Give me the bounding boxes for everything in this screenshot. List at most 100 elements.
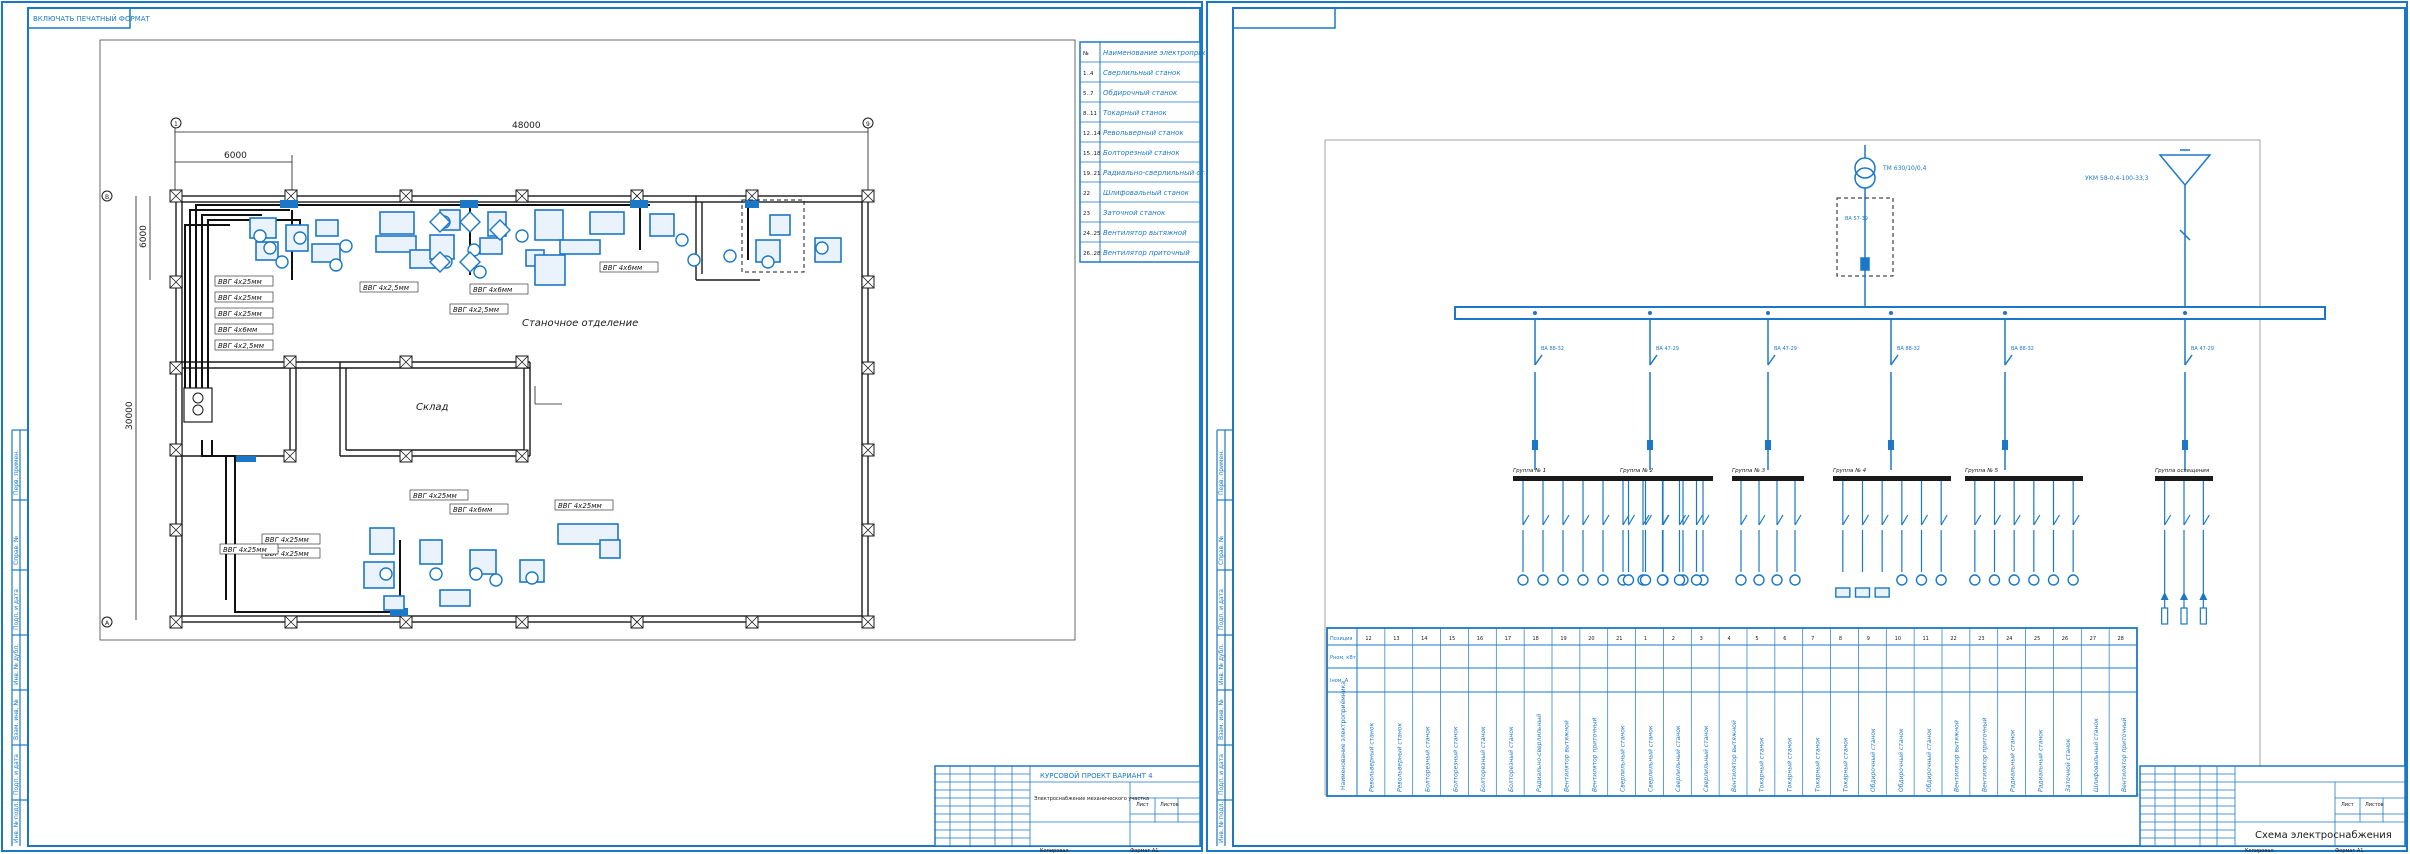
svg-text:12: 12 <box>1365 636 1371 642</box>
branch-circuit <box>1874 481 1890 598</box>
svg-text:27: 27 <box>2090 636 2096 642</box>
svg-text:ВВГ 4х25мм: ВВГ 4х25мм <box>218 278 263 286</box>
branch-circuit <box>1915 481 1929 586</box>
svg-text:28: 28 <box>2118 636 2124 642</box>
title-block: Схема электроснабжения Лист Листов Копир… <box>2139 765 2406 854</box>
feeder: ВА 88-32 Группа № 4 <box>1833 311 1951 598</box>
svg-text:Токарный станок: Токарный станок <box>1842 737 1849 792</box>
axis-row-top: В <box>105 194 109 201</box>
svg-text:ВА 88-32: ВА 88-32 <box>1541 346 1564 352</box>
svg-text:Обдирочный станок: Обдирочный станок <box>1103 89 1178 97</box>
svg-text:9: 9 <box>1867 636 1870 642</box>
row-label-name: Наименование электроприёмника <box>1340 681 1347 790</box>
svg-text:ВВГ 4х25мм: ВВГ 4х25мм <box>558 502 603 510</box>
machine-footprint <box>369 527 395 555</box>
title-format: Формат А1 <box>2335 848 2363 854</box>
branch-circuit <box>1617 481 1630 586</box>
machine-motor-symbol <box>263 241 277 255</box>
svg-text:Группа № 2: Группа № 2 <box>1620 468 1654 474</box>
svg-text:Шлифовальный станок: Шлифовальный станок <box>1103 189 1190 197</box>
svg-text:Болторезный станок: Болторезный станок <box>1103 149 1180 157</box>
svg-text:5..7: 5..7 <box>1083 91 1094 97</box>
feeder: ВА 47-29 Группа № 2 <box>1620 311 1705 586</box>
branch-circuit <box>1789 481 1802 586</box>
svg-text:ВВГ 4х2,5мм: ВВГ 4х2,5мм <box>363 284 410 292</box>
strip-label: Перв. примен. <box>1218 450 1225 495</box>
strip-label: Инв. № дубл. <box>1218 644 1225 685</box>
machine-motor-symbol <box>429 567 443 581</box>
svg-text:23: 23 <box>1083 211 1090 217</box>
dim-depth: 30000 <box>125 401 135 430</box>
column-marker <box>399 355 413 369</box>
svg-text:ВВГ 4х2,5мм: ВВГ 4х2,5мм <box>218 342 265 350</box>
column-marker <box>515 615 529 629</box>
column-marker <box>515 189 529 203</box>
cable-label: ВВГ 4х25мм <box>554 499 614 511</box>
svg-text:ВВГ 4х6мм: ВВГ 4х6мм <box>453 506 493 514</box>
strip-label: Инв. № подл. <box>1218 802 1225 843</box>
column-marker <box>399 449 413 463</box>
svg-text:Радиально-сверлильный станок: Радиально-сверлильный станок <box>1103 169 1205 177</box>
svg-text:ВВГ 4х6мм: ВВГ 4х6мм <box>473 286 513 294</box>
feeder: ВА 47-29 Группа № 3 <box>1732 311 1804 586</box>
single-line-diagram-sheet: Перв. примен. Справ. № Подп. и дата Инв.… <box>1205 0 2410 854</box>
branch-circuit <box>1557 481 1570 586</box>
svg-text:6: 6 <box>1783 636 1786 642</box>
dim-bay: 6000 <box>224 151 247 161</box>
machine-motor-symbol <box>339 239 353 253</box>
svg-text:ВВГ 4х25мм: ВВГ 4х25мм <box>218 310 263 318</box>
branch-circuit <box>2180 481 2191 625</box>
svg-text:3: 3 <box>1700 636 1703 642</box>
branch-circuit <box>2008 481 2021 586</box>
row-label-position: Позиция <box>1330 636 1352 642</box>
column-marker <box>861 275 875 289</box>
svg-text:Болторезный станок: Болторезный станок <box>1508 726 1515 792</box>
svg-text:ВВГ 4х2,5мм: ВВГ 4х2,5мм <box>453 306 500 314</box>
title-block: КУРСОВОЙ ПРОЕКТ ВАРИАНТ 4 Электроснабжен… <box>934 765 1201 854</box>
svg-text:Вентилятор вытяжной: Вентилятор вытяжной <box>1564 720 1571 792</box>
branch-circuit <box>2047 481 2061 586</box>
svg-text:Сверлильный станок: Сверлильный станок <box>1647 725 1654 792</box>
branch-circuit <box>1896 481 1909 586</box>
inner-frame <box>27 7 1201 847</box>
branch-circuit <box>2067 481 2080 586</box>
machine-footprint <box>649 213 675 237</box>
svg-text:2: 2 <box>1672 636 1675 642</box>
svg-text:21: 21 <box>1616 636 1622 642</box>
svg-text:10: 10 <box>1895 636 1901 642</box>
column-marker <box>284 615 298 629</box>
strip-label: Взам. инв. № <box>13 699 20 740</box>
machine-motor-symbol <box>525 571 539 585</box>
machine-footprint <box>439 589 471 607</box>
title-sheets-label: Листов <box>1160 802 1179 808</box>
machine-footprint <box>419 539 443 565</box>
machine-motor-symbol <box>379 567 393 581</box>
column-marker <box>630 615 644 629</box>
svg-text:24..25: 24..25 <box>1083 231 1101 237</box>
cable-label: ВВГ 4х6мм <box>599 261 659 273</box>
row-label-power: Рном, кВт <box>1330 655 1356 661</box>
branch-circuit <box>2160 481 2172 625</box>
branch-circuit <box>1657 481 1670 586</box>
feeder: ВА 88-32 Группа № 5 <box>1965 311 2083 586</box>
single-line-diagram: Перв. примен. Справ. № Подп. и дата Инв.… <box>1206 1 2408 854</box>
svg-text:4: 4 <box>1728 636 1731 642</box>
svg-text:Шлифовальный станок: Шлифовальный станок <box>2093 718 2100 792</box>
branch-circuit <box>1854 481 1871 598</box>
machine-footprint <box>599 539 621 559</box>
svg-text:14: 14 <box>1421 636 1427 642</box>
svg-text:Обдирочный станок: Обдирочный станок <box>1870 728 1877 792</box>
cable-label: ВВГ 4х25мм <box>219 543 279 555</box>
svg-text:Токарный станок: Токарный станок <box>1814 737 1821 792</box>
cable-label: ВВГ 4х2,5мм <box>214 339 274 351</box>
machine-motor-symbol <box>723 249 737 263</box>
svg-text:22: 22 <box>1950 636 1956 642</box>
column-marker <box>169 615 183 629</box>
svg-text:Заточной станок: Заточной станок <box>1103 209 1166 217</box>
svg-text:Радиальный станок: Радиальный станок <box>2037 729 2044 792</box>
svg-text:ВА 47-29: ВА 47-29 <box>2191 346 2214 352</box>
svg-text:ВА 88-32: ВА 88-32 <box>2011 346 2034 352</box>
transformer-label: ТМ 630/10/0,4 <box>1882 165 1927 172</box>
branch-circuit <box>1771 481 1784 586</box>
column-marker <box>861 361 875 375</box>
